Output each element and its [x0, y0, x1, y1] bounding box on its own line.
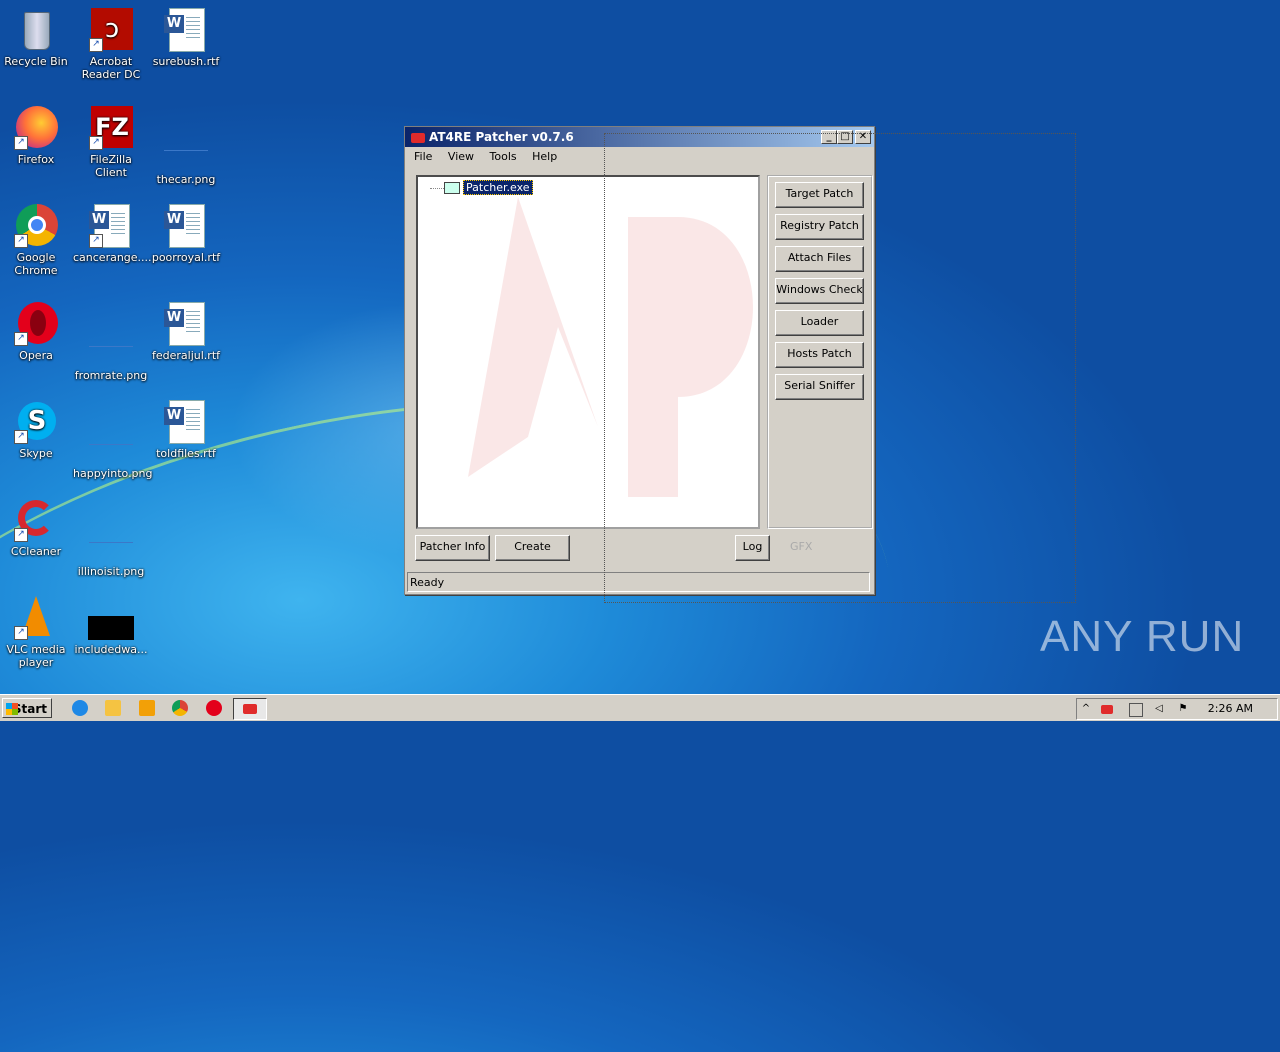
desktop-icon-surebush[interactable]: W surebush.rtf [148, 8, 224, 68]
shortcut-arrow-icon: ↗ [14, 234, 28, 248]
image-file-icon [89, 322, 133, 366]
chrome-icon: ↗ [14, 204, 58, 248]
shortcut-arrow-icon: ↗ [14, 430, 28, 444]
desktop-icon-thecar[interactable]: thecar.png [148, 106, 224, 186]
registry-patch-button[interactable]: Registry Patch [775, 214, 864, 240]
desktop-icon-federaljul[interactable]: W federaljul.rtf [148, 302, 224, 362]
shortcut-arrow-icon: ↗ [89, 234, 103, 248]
hosts-patch-button[interactable]: Hosts Patch [775, 342, 864, 368]
gfx-label: GFX [790, 540, 813, 553]
recycle-bin-icon [14, 8, 58, 52]
image-file-icon [164, 126, 208, 170]
volume-icon[interactable]: ◁ [1153, 703, 1165, 715]
skype-icon: S ↗ [14, 400, 58, 444]
taskbar: Start ^ ◁ ⚑ 2:26 AM [0, 694, 1280, 721]
window-title: AT4RE Patcher v0.7.6 [429, 130, 574, 144]
target-patch-button[interactable]: Target Patch [775, 182, 864, 208]
system-tray: ^ ◁ ⚑ 2:26 AM [1076, 698, 1278, 720]
windows-check-button[interactable]: Windows Check [775, 278, 864, 304]
word-document-icon: W [164, 204, 208, 248]
network-icon[interactable] [1129, 703, 1143, 717]
menu-help[interactable]: Help [527, 150, 562, 163]
maximize-button[interactable]: □ [837, 130, 853, 144]
shortcut-arrow-icon: ↗ [14, 528, 28, 542]
desktop-icon-happyinto[interactable]: happyinto.png [73, 400, 153, 480]
action-center-flag-icon[interactable]: ⚑ [1177, 703, 1189, 715]
desktop-icon-recycle-bin[interactable]: Recycle Bin [0, 8, 74, 68]
desktop-icon-illinoisit[interactable]: illinoisit.png [73, 498, 149, 578]
shortcut-arrow-icon: ↗ [14, 626, 28, 640]
system-clock[interactable]: 2:26 AM [1208, 699, 1253, 719]
minimize-button[interactable]: _ [821, 130, 837, 144]
desktop-icon-skype[interactable]: S ↗ Skype [0, 400, 74, 460]
black-image-file-icon [88, 596, 134, 640]
close-button[interactable]: ✕ [855, 130, 871, 144]
menu-view[interactable]: View [443, 150, 479, 163]
image-file-icon [89, 420, 133, 464]
desktop-icon-chrome[interactable]: ↗ Google Chrome [0, 204, 74, 277]
shortcut-arrow-icon: ↗ [89, 136, 103, 150]
word-document-icon: W [164, 400, 208, 444]
shortcut-arrow-icon: ↗ [14, 136, 28, 150]
file-explorer-icon[interactable] [105, 700, 121, 716]
patcher-info-button[interactable]: Patcher Info [415, 535, 490, 561]
shortcut-arrow-icon: ↗ [89, 38, 103, 52]
media-player-icon[interactable] [139, 700, 155, 716]
internet-explorer-icon[interactable] [72, 700, 88, 716]
patch-tree-view[interactable]: Patcher.exe [416, 175, 760, 529]
at4re-logo-icon [411, 132, 425, 143]
menu-bar: File View Tools Help [405, 147, 874, 167]
desktop-icon-vlc[interactable]: ↗ VLC media player [0, 596, 74, 669]
word-document-icon: W [164, 302, 208, 346]
patcher-window[interactable]: AT4RE Patcher v0.7.6 _ □ ✕ File View Too… [404, 126, 875, 595]
start-button[interactable]: Start [2, 698, 52, 718]
taskbar-item-at4re-patcher[interactable] [233, 698, 267, 720]
at4re-watermark-logo [468, 197, 753, 497]
show-hidden-icons-chevron-icon[interactable]: ^ [1080, 703, 1092, 715]
desktop-icon-fromrate[interactable]: fromrate.png [73, 302, 149, 382]
desktop-icon-poorroyal[interactable]: W poorroyal.rtf [148, 204, 224, 264]
desktop-icon-ccleaner[interactable]: ↗ CCleaner [0, 498, 74, 558]
desktop-icon-cancerange[interactable]: W ↗ cancerange.... [73, 204, 152, 264]
serial-sniffer-button[interactable]: Serial Sniffer [775, 374, 864, 400]
image-file-icon [89, 518, 133, 562]
menu-file[interactable]: File [409, 150, 437, 163]
desktop-icon-filezilla[interactable]: FZ ↗ FileZilla Client [73, 106, 149, 179]
menu-tools[interactable]: Tools [485, 150, 522, 163]
create-button[interactable]: Create [495, 535, 570, 561]
chrome-taskbar-icon[interactable] [172, 700, 188, 716]
acrobat-icon: ↄ ↗ [89, 8, 133, 52]
word-document-icon: W ↗ [89, 204, 133, 248]
side-button-panel: Target Patch Registry Patch Attach Files… [767, 175, 873, 529]
vlc-cone-icon: ↗ [14, 596, 58, 640]
anyrun-watermark: ANY RUN [1040, 612, 1245, 661]
desktop-icon-opera[interactable]: ↗ Opera [0, 302, 74, 362]
at4re-logo-icon [243, 704, 257, 714]
window-titlebar[interactable]: AT4RE Patcher v0.7.6 _ □ ✕ [405, 127, 874, 147]
word-document-icon: W [164, 8, 208, 52]
attach-files-button[interactable]: Attach Files [775, 246, 864, 272]
loader-button[interactable]: Loader [775, 310, 864, 336]
firefox-icon: ↗ [14, 106, 58, 150]
ccleaner-icon: ↗ [14, 498, 58, 542]
filezilla-icon: FZ ↗ [89, 106, 133, 150]
desktop-icon-includedwa[interactable]: includedwa... [73, 596, 149, 656]
desktop-icon-toldfiles[interactable]: W toldfiles.rtf [148, 400, 224, 460]
desktop-icon-acrobat[interactable]: ↄ ↗ Acrobat Reader DC [73, 8, 149, 81]
log-button[interactable]: Log [735, 535, 770, 561]
opera-icon: ↗ [14, 302, 58, 346]
tree-item-patcher-exe[interactable]: Patcher.exe [430, 180, 533, 195]
opera-taskbar-icon[interactable] [206, 700, 222, 716]
windows-flag-icon [6, 703, 18, 715]
at4re-tray-icon[interactable] [1101, 705, 1113, 714]
desktop-icon-firefox[interactable]: ↗ Firefox [0, 106, 74, 166]
shortcut-arrow-icon: ↗ [14, 332, 28, 346]
status-bar: Ready [407, 572, 870, 592]
exe-file-icon [444, 182, 460, 194]
